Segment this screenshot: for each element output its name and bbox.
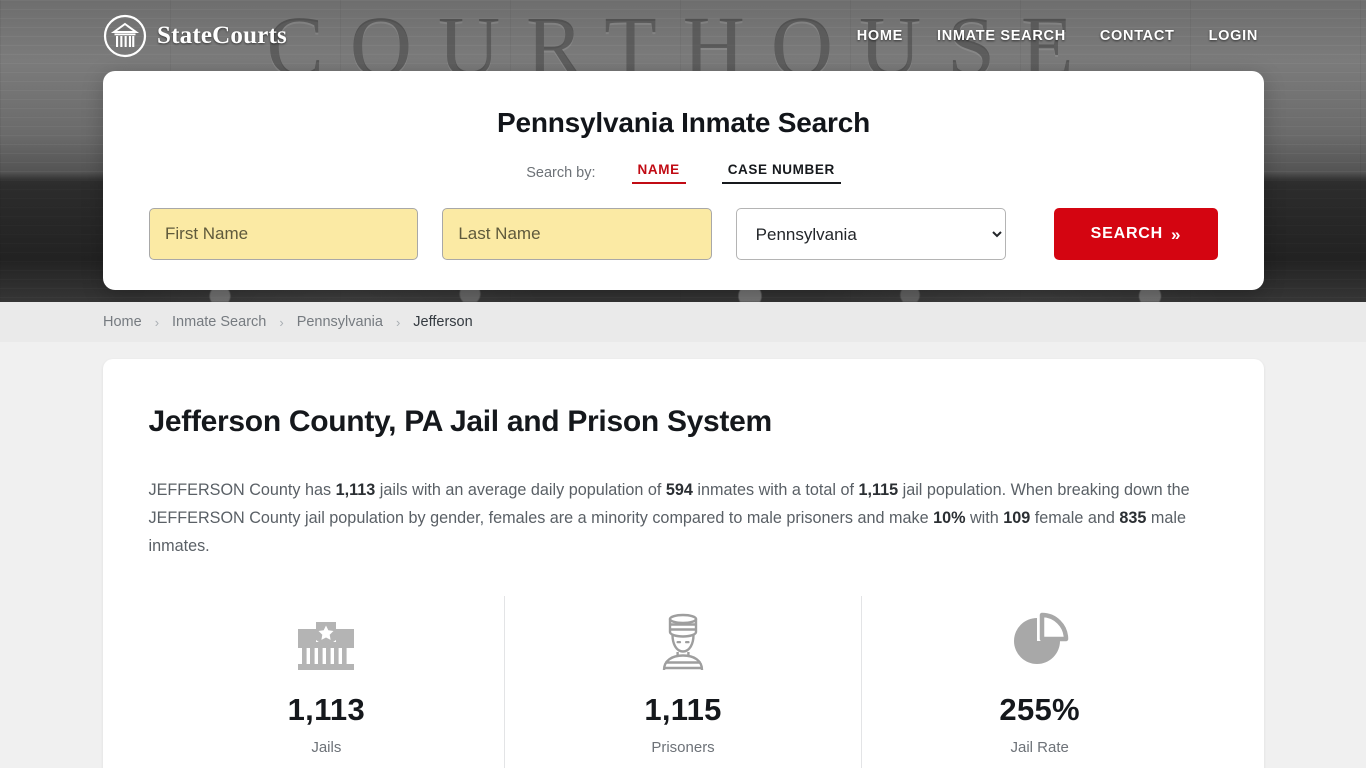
last-name-input[interactable] bbox=[442, 208, 712, 260]
tab-search-by-case-number[interactable]: CASE NUMBER bbox=[721, 161, 841, 184]
intro-stat-female-count: 109 bbox=[1003, 509, 1031, 527]
jail-building-icon bbox=[149, 610, 505, 672]
hero-banner: COURTHOUSE StateCourts HOME INMATE SEARC… bbox=[0, 0, 1366, 302]
intro-stat-male-count: 835 bbox=[1119, 509, 1147, 527]
breadcrumb-item-jefferson: Jefferson bbox=[413, 314, 473, 330]
prisoner-icon bbox=[505, 610, 861, 672]
search-by-row: Search by: NAME CASE NUMBER bbox=[149, 161, 1218, 184]
brand-logo-link[interactable]: StateCourts bbox=[103, 14, 287, 58]
intro-text-1: JEFFERSON County has bbox=[148, 481, 336, 499]
tab-search-by-name[interactable]: NAME bbox=[631, 161, 686, 184]
nav-inmate-search[interactable]: INMATE SEARCH bbox=[937, 28, 1066, 44]
stat-jails-value: 1,113 bbox=[287, 692, 366, 727]
first-name-input[interactable] bbox=[149, 208, 419, 260]
brand-name: StateCourts bbox=[157, 22, 287, 49]
stat-prisoners: 1,115 Prisoners bbox=[504, 596, 861, 768]
intro-stat-jails: 1,113 bbox=[335, 481, 376, 499]
stat-jails-label: Jails bbox=[311, 739, 342, 756]
page-body: Jefferson County, PA Jail and Prison Sys… bbox=[0, 342, 1366, 768]
courthouse-logo-icon bbox=[103, 14, 147, 58]
stat-jail-rate-label: Jail Rate bbox=[1010, 739, 1069, 756]
breadcrumb-separator-icon: › bbox=[279, 314, 284, 330]
intro-text-6: female and bbox=[1030, 509, 1120, 527]
nav-home[interactable]: HOME bbox=[857, 28, 903, 44]
county-summary-paragraph: JEFFERSON County has 1,113 jails with an… bbox=[149, 476, 1199, 560]
intro-text-3: inmates with a total of bbox=[692, 481, 859, 499]
county-detail-card: Jefferson County, PA Jail and Prison Sys… bbox=[102, 359, 1264, 768]
stat-jails: 1,113 Jails bbox=[149, 596, 505, 768]
page-title: Jefferson County, PA Jail and Prison Sys… bbox=[148, 405, 773, 438]
stat-jail-rate: 255% Jail Rate bbox=[860, 596, 1218, 768]
intro-text-2: jails with an average daily population o… bbox=[375, 481, 666, 499]
search-form: Pennsylvania SEARCH » bbox=[149, 208, 1218, 260]
top-navigation-bar: StateCourts HOME INMATE SEARCH CONTACT L… bbox=[0, 0, 1366, 72]
search-button-label: SEARCH bbox=[1090, 225, 1164, 242]
stat-jail-rate-value: 255% bbox=[999, 692, 1080, 727]
breadcrumb-item-pennsylvania[interactable]: Pennsylvania bbox=[297, 314, 383, 330]
pie-chart-icon bbox=[862, 610, 1218, 672]
stat-prisoners-label: Prisoners bbox=[651, 739, 715, 756]
main-nav: HOME INMATE SEARCH CONTACT LOGIN bbox=[857, 28, 1258, 44]
stat-prisoners-value: 1,115 bbox=[644, 692, 722, 727]
intro-stat-adp: 594 bbox=[665, 481, 693, 499]
intro-stat-female-percent: 10% bbox=[933, 509, 966, 527]
nav-contact[interactable]: CONTACT bbox=[1100, 28, 1175, 44]
nav-login[interactable]: LOGIN bbox=[1209, 28, 1258, 44]
breadcrumb: Home › Inmate Search › Pennsylvania › Je… bbox=[0, 302, 1366, 342]
intro-text-5: with bbox=[965, 509, 1004, 527]
search-button[interactable]: SEARCH » bbox=[1053, 208, 1218, 260]
double-chevron-right-icon: » bbox=[1171, 224, 1182, 244]
state-select[interactable]: Pennsylvania bbox=[735, 208, 1006, 260]
intro-stat-total-population: 1,115 bbox=[858, 481, 899, 499]
breadcrumb-item-home[interactable]: Home bbox=[103, 314, 142, 330]
search-by-label: Search by: bbox=[526, 164, 596, 181]
search-card-title: Pennsylvania Inmate Search bbox=[497, 107, 870, 138]
statistics-row: 1,113 Jails 1,115 Prisoners 255% Jail Ra… bbox=[149, 596, 1218, 768]
breadcrumb-item-inmate-search[interactable]: Inmate Search bbox=[172, 314, 266, 330]
breadcrumb-separator-icon: › bbox=[395, 314, 401, 330]
inmate-search-card: Pennsylvania Inmate Search Search by: NA… bbox=[103, 71, 1264, 290]
breadcrumb-separator-icon: › bbox=[154, 314, 160, 330]
